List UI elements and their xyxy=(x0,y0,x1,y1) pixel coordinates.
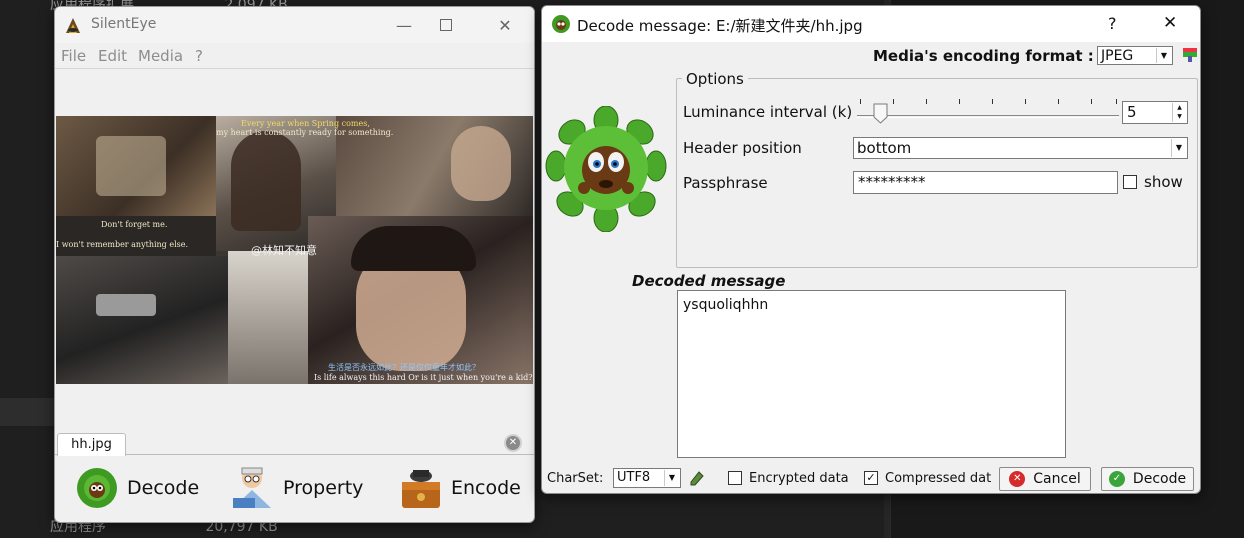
slider-tick xyxy=(959,99,960,104)
luminance-label: Luminance interval (k) xyxy=(683,103,853,121)
header-position-value: bottom xyxy=(857,139,912,157)
image-caption: Is life always this hard Or is it just w… xyxy=(314,373,533,382)
decode-dialog-icon xyxy=(552,15,570,33)
image-detail xyxy=(96,294,156,316)
slider-tick xyxy=(1025,99,1026,104)
close-tab-icon[interactable]: ✕ xyxy=(504,434,522,452)
cancel-button-label: Cancel xyxy=(1033,471,1081,487)
compressed-data-checkbox[interactable]: ✓ xyxy=(864,471,878,485)
slider-tick xyxy=(1116,99,1117,104)
menu-file[interactable]: File xyxy=(61,47,86,65)
silenteye-window: SilentEye — ✕ File Edit Media ? Every ye… xyxy=(54,6,535,523)
decoded-message-text: ysquoliqhhn xyxy=(683,297,769,313)
encode-icon xyxy=(402,470,440,508)
close-icon[interactable]: ✕ xyxy=(1163,13,1177,33)
silenteye-app-icon xyxy=(66,18,80,33)
menu-media[interactable]: Media xyxy=(138,47,183,65)
encrypted-data-label: Encrypted data xyxy=(749,471,849,486)
decode-button-label: Decode xyxy=(127,477,200,499)
media-view: Every year when Spring comes, my heart i… xyxy=(55,69,534,434)
menu-help[interactable]: ? xyxy=(195,47,203,65)
chevron-down-icon: ▼ xyxy=(1156,48,1171,63)
close-button[interactable]: ✕ xyxy=(476,7,534,43)
image-detail xyxy=(96,136,166,196)
image-panel xyxy=(56,256,228,384)
property-icon xyxy=(233,467,271,508)
decoded-message-label: Decoded message xyxy=(632,272,786,290)
image-caption: Don't forget me. xyxy=(101,220,168,229)
slider-tick xyxy=(860,99,861,104)
slider-tick xyxy=(1058,99,1059,104)
show-label: show xyxy=(1144,173,1183,191)
passphrase-label: Passphrase xyxy=(683,174,768,192)
image-detail xyxy=(351,226,476,271)
slider-tick xyxy=(926,99,927,104)
encoding-format-select[interactable]: JPEG ▼ xyxy=(1097,46,1173,65)
decode-dialog: Decode message: E:/新建文件夹/hh.jpg ? ✕ Medi… xyxy=(541,5,1201,494)
property-button[interactable]: Property xyxy=(227,463,363,513)
property-button-label: Property xyxy=(283,477,364,499)
image-detail xyxy=(451,126,511,201)
passphrase-value: ********* xyxy=(858,173,926,191)
checkmark-icon: ✓ xyxy=(1108,471,1125,487)
luminance-slider[interactable] xyxy=(857,115,1119,118)
decode-button[interactable]: Decode xyxy=(73,463,199,513)
charset-select[interactable]: UTF8 ▼ xyxy=(613,468,681,488)
charset-label: CharSet: xyxy=(547,471,604,486)
maximize-icon xyxy=(440,19,452,31)
encoding-format-value: JPEG xyxy=(1101,48,1134,64)
charset-edit-icon[interactable] xyxy=(689,470,705,486)
show-passphrase-checkbox[interactable] xyxy=(1123,175,1137,189)
luminance-value: 5 xyxy=(1127,103,1137,121)
decode-confirm-button[interactable]: ✓ Decode xyxy=(1101,467,1194,491)
header-position-label: Header position xyxy=(683,139,802,157)
encode-button-label: Encode xyxy=(451,477,521,499)
options-group-title: Options xyxy=(682,70,748,88)
format-info-icon[interactable] xyxy=(1182,47,1198,63)
header-position-select[interactable]: bottom ▼ xyxy=(853,137,1188,159)
encoding-format-label: Media's encoding format : xyxy=(873,47,1094,65)
spin-arrows-icon[interactable]: ▲ ▼ xyxy=(1172,103,1186,122)
encrypted-data-checkbox[interactable] xyxy=(728,471,742,485)
image-caption: 生活是否永远如此？还是仅仅童年才如此？ xyxy=(328,363,480,372)
chevron-down-icon: ▼ xyxy=(1171,139,1186,157)
image-caption: Every year when Spring comes, xyxy=(241,119,370,128)
title-bar[interactable]: SilentEye — ✕ xyxy=(55,7,534,43)
decode-confirm-label: Decode xyxy=(1132,471,1187,487)
cancel-icon: ✕ xyxy=(1009,471,1026,487)
decode-icon xyxy=(77,468,117,508)
slider-tick xyxy=(1091,99,1092,104)
tab-hh-jpg[interactable]: hh.jpg xyxy=(57,433,126,456)
image-panel xyxy=(228,251,308,384)
slider-tick xyxy=(992,99,993,104)
mascot-icon xyxy=(545,106,667,232)
maximize-button[interactable] xyxy=(417,7,475,43)
dialog-title-bar[interactable]: Decode message: E:/新建文件夹/hh.jpg ? ✕ xyxy=(542,6,1200,42)
minimize-icon: — xyxy=(396,15,412,35)
encode-button[interactable]: Encode xyxy=(397,463,521,513)
dialog-title: Decode message: E:/新建文件夹/hh.jpg xyxy=(577,17,863,35)
slider-handle[interactable] xyxy=(873,103,888,124)
image-caption: I won't remember anything else. xyxy=(56,240,189,249)
menu-bar: File Edit Media ? xyxy=(55,43,534,69)
charset-value: UTF8 xyxy=(617,470,651,485)
passphrase-field[interactable]: ********* xyxy=(853,171,1118,194)
chevron-down-icon: ▼ xyxy=(664,470,679,486)
cancel-button[interactable]: ✕ Cancel xyxy=(999,467,1091,491)
menu-edit[interactable]: Edit xyxy=(98,47,127,65)
close-icon: ✕ xyxy=(498,15,512,35)
image-watermark: @林知不知意 xyxy=(251,244,317,257)
decoded-message-textarea[interactable]: ysquoliqhhn xyxy=(677,290,1066,458)
image-caption: my heart is constantly ready for somethi… xyxy=(216,128,394,137)
help-button[interactable]: ? xyxy=(1108,14,1117,33)
media-image[interactable]: Every year when Spring comes, my heart i… xyxy=(56,116,533,384)
background-selected-row xyxy=(0,398,58,426)
window-title: SilentEye xyxy=(91,16,157,32)
compressed-data-label: Compressed dat xyxy=(885,471,992,486)
slider-tick xyxy=(893,99,894,104)
luminance-spinbox[interactable]: 5 ▲ ▼ xyxy=(1122,101,1188,124)
media-tab-bar: hh.jpg ✕ xyxy=(55,431,534,456)
image-detail xyxy=(231,131,301,231)
